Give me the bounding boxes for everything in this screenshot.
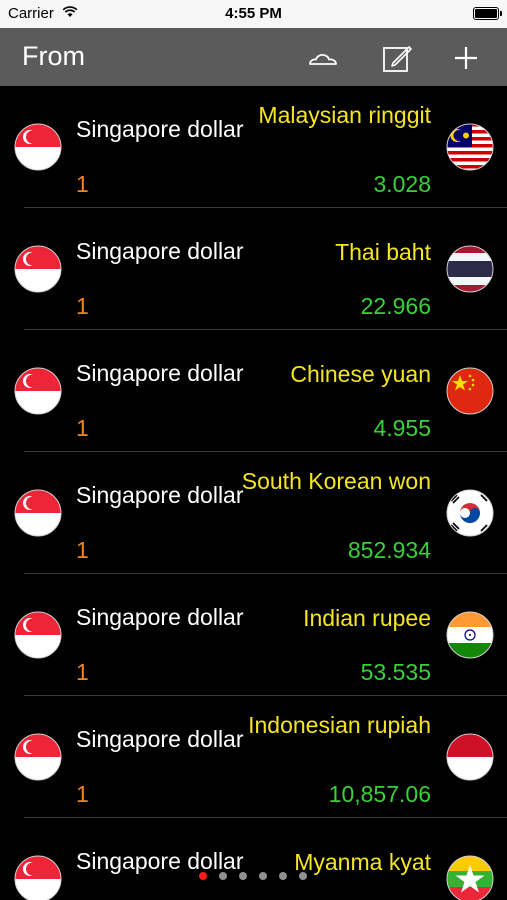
singapore-flag-icon: [14, 855, 62, 900]
page-dot-active[interactable]: [199, 872, 207, 880]
to-converted-value: 53.535: [360, 659, 431, 685]
to-converted-value: 3.028: [373, 171, 431, 197]
page-dot[interactable]: [219, 872, 227, 880]
to-currency-name: Indian rupee: [303, 605, 431, 631]
indonesia-flag-icon: [446, 733, 494, 781]
from-amount[interactable]: 1: [76, 293, 89, 320]
to-currency-name: Malaysian ringgit: [258, 102, 431, 128]
conversion-row[interactable]: Singapore dollar 1 Chinese yuan 4.955: [0, 330, 507, 452]
singapore-flag-icon: [14, 733, 62, 781]
conversion-row[interactable]: Singapore dollar Myanma kyat: [0, 818, 507, 900]
from-currency-name: Singapore dollar: [76, 116, 244, 142]
to-currency-name: Chinese yuan: [290, 361, 431, 387]
add-icon[interactable]: [450, 42, 482, 74]
conversion-row[interactable]: Singapore dollar 1 Indian rupee 53.535: [0, 574, 507, 696]
from-amount[interactable]: 1: [76, 659, 89, 686]
to-currency-name: Indonesian rupiah: [248, 712, 431, 738]
conversion-row[interactable]: Singapore dollar 1 South Korean won 852.…: [0, 452, 507, 574]
page-dot[interactable]: [259, 872, 267, 880]
singapore-flag-icon: [14, 123, 62, 171]
from-amount[interactable]: 1: [76, 537, 89, 564]
to-converted-value: 852.934: [347, 537, 431, 563]
from-currency-name: Singapore dollar: [76, 726, 244, 752]
singapore-flag-icon: [14, 367, 62, 415]
thailand-flag-icon: [446, 245, 494, 293]
to-currency-name: South Korean won: [241, 468, 431, 494]
india-flag-icon: [446, 611, 494, 659]
to-converted-value: 10,857.06: [328, 781, 431, 807]
malaysia-flag-icon: [446, 123, 494, 171]
conversion-row[interactable]: Singapore dollar 1 Malaysian ringgit 3.0…: [0, 86, 507, 208]
to-converted-value: 22.966: [360, 293, 431, 319]
to-currency-name: Thai baht: [335, 239, 431, 265]
from-currency-name: Singapore dollar: [76, 482, 244, 508]
clock: 4:55 PM: [225, 5, 282, 22]
from-currency-name: Singapore dollar: [76, 360, 244, 386]
from-amount[interactable]: 1: [76, 415, 89, 442]
singapore-flag-icon: [14, 245, 62, 293]
from-currency-name: Singapore dollar: [76, 238, 244, 264]
status-bar: Carrier 4:55 PM: [0, 0, 507, 28]
battery-tip: [500, 11, 502, 16]
from-amount[interactable]: 1: [76, 781, 89, 808]
south-korea-flag-icon: [446, 489, 494, 537]
page-dot[interactable]: [239, 872, 247, 880]
from-amount[interactable]: 1: [76, 171, 89, 198]
conversion-row[interactable]: Singapore dollar 1 Thai baht 22.966: [0, 208, 507, 330]
to-currency-name: Myanma kyat: [294, 849, 431, 875]
singapore-flag-icon: [14, 489, 62, 537]
myanmar-flag-icon: [446, 855, 494, 900]
conversion-list: Singapore dollar 1 Malaysian ringgit 3.0…: [0, 86, 507, 900]
conversion-row[interactable]: Singapore dollar 1 Indonesian rupiah 10,…: [0, 696, 507, 818]
battery-icon: [473, 7, 499, 20]
from-currency-name: Singapore dollar: [76, 848, 244, 874]
nav-title: From: [22, 41, 85, 71]
cloud-icon[interactable]: [307, 42, 339, 74]
from-currency-name: Singapore dollar: [76, 604, 244, 630]
to-converted-value: 4.955: [373, 415, 431, 441]
edit-icon[interactable]: [381, 42, 413, 74]
singapore-flag-icon: [14, 611, 62, 659]
nav-bar: From: [0, 28, 507, 86]
china-flag-icon: [446, 367, 494, 415]
page-dot[interactable]: [299, 872, 307, 880]
page-dot[interactable]: [279, 872, 287, 880]
